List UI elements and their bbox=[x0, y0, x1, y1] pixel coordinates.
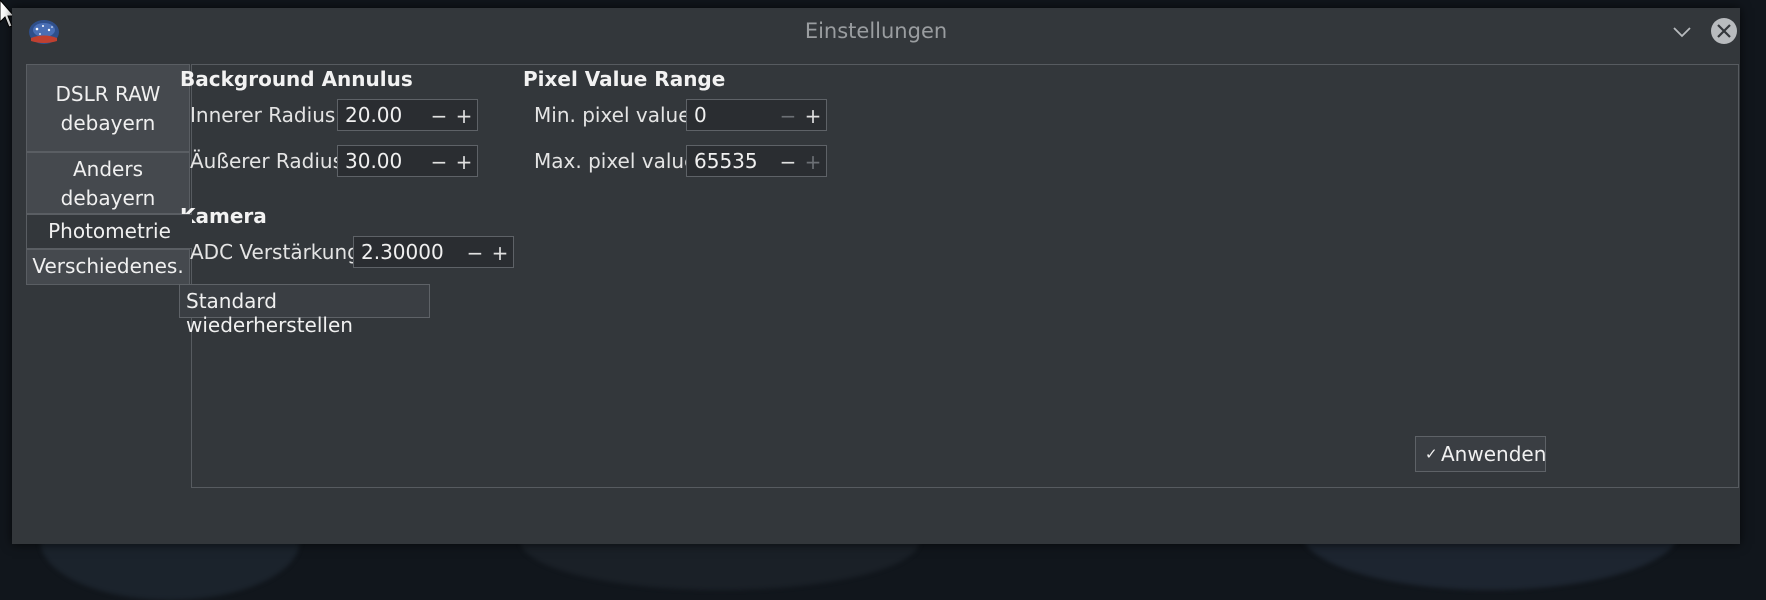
decrement-button[interactable]: − bbox=[779, 104, 797, 128]
min-pixel-value-label: Min. pixel value: bbox=[534, 103, 698, 127]
inner-radius-label: Innerer Radius: bbox=[190, 103, 343, 127]
tab-misc[interactable]: Verschiedenes. bbox=[26, 249, 190, 285]
outer-radius-label: Äußerer Radius: bbox=[190, 149, 350, 173]
outer-radius-value[interactable]: 30.00 bbox=[345, 149, 402, 173]
adc-gain-spinbox[interactable]: 2.30000 − + bbox=[353, 236, 514, 268]
outer-radius-spinbox[interactable]: 30.00 − + bbox=[337, 145, 478, 177]
section-title-background-annulus: Background Annulus bbox=[180, 67, 413, 91]
max-pixel-value-spinbox[interactable]: 65535 − + bbox=[686, 145, 827, 177]
decrement-button[interactable]: − bbox=[430, 150, 448, 174]
inner-radius-value[interactable]: 20.00 bbox=[345, 103, 402, 127]
min-pixel-value-spinbox[interactable]: 0 − + bbox=[686, 99, 827, 131]
restore-defaults-button[interactable]: Standard wiederherstellen bbox=[179, 284, 430, 337]
section-title-pixel-value-range: Pixel Value Range bbox=[523, 67, 726, 91]
tab-label: Verschiedenes. bbox=[32, 254, 184, 278]
tab-dslr-raw-debayer[interactable]: DSLR RAW debayern bbox=[26, 64, 190, 152]
title-bar: Einstellungen bbox=[12, 8, 1740, 54]
tab-other-debayer[interactable]: Anders debayern bbox=[26, 152, 190, 214]
tab-label-line: Anders bbox=[73, 157, 143, 181]
close-icon[interactable] bbox=[1709, 16, 1739, 46]
window-title: Einstellungen bbox=[804, 19, 948, 43]
tab-label: Photometrie bbox=[48, 219, 171, 243]
increment-button[interactable]: + bbox=[491, 241, 509, 265]
decrement-button[interactable]: − bbox=[779, 150, 797, 174]
tab-label-line: debayern bbox=[60, 186, 156, 210]
inner-radius-spinbox[interactable]: 20.00 − + bbox=[337, 99, 478, 131]
restore-defaults-label: Standard wiederherstellen bbox=[186, 289, 353, 337]
max-pixel-value[interactable]: 65535 bbox=[694, 149, 758, 173]
tab-photometry[interactable]: Photometrie bbox=[26, 214, 192, 249]
max-pixel-value-label: Max. pixel value: bbox=[534, 149, 704, 173]
settings-dialog: Einstellungen DSLR RAW debayern Anders d… bbox=[12, 8, 1740, 544]
increment-button[interactable]: + bbox=[455, 150, 473, 174]
increment-button[interactable]: + bbox=[804, 104, 822, 128]
decrement-button[interactable]: − bbox=[466, 241, 484, 265]
checkmark-icon: ✓ bbox=[1425, 445, 1438, 463]
section-title-camera: Kamera bbox=[180, 204, 267, 228]
increment-button[interactable]: + bbox=[455, 104, 473, 128]
adc-gain-label: ADC Verstärkung: bbox=[190, 240, 367, 264]
increment-button[interactable]: + bbox=[804, 150, 822, 174]
min-pixel-value[interactable]: 0 bbox=[694, 103, 707, 127]
chevron-down-icon[interactable] bbox=[1672, 22, 1692, 42]
adc-gain-value[interactable]: 2.30000 bbox=[361, 240, 444, 264]
decrement-button[interactable]: − bbox=[430, 104, 448, 128]
apply-button[interactable]: ✓ Anwenden bbox=[1415, 436, 1546, 472]
tab-label-line: debayern bbox=[60, 111, 156, 135]
apply-label: Anwenden bbox=[1441, 442, 1547, 466]
tab-label-line: DSLR RAW bbox=[55, 82, 161, 106]
